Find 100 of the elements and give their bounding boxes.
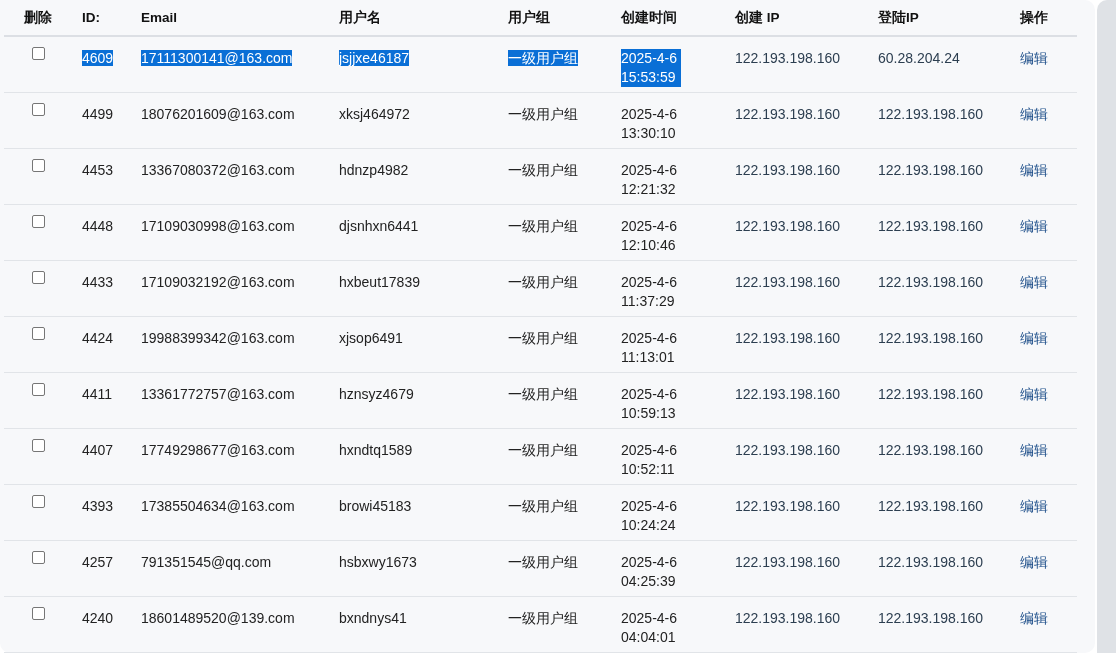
create-ip-cell: 122.193.198.160 xyxy=(735,218,841,234)
login-ip-cell: 122.193.198.160 xyxy=(878,610,984,626)
delete-checkbox[interactable] xyxy=(31,439,45,452)
user-group-cell: 一级用户组 xyxy=(508,498,578,514)
username-cell: bxndnys41 xyxy=(339,610,407,626)
email-cell: 17109032192@163.com xyxy=(141,274,295,290)
delete-checkbox[interactable] xyxy=(31,47,45,60)
email-cell: 17109030998@163.com xyxy=(141,218,295,234)
id-cell: 4499 xyxy=(82,106,114,122)
created-time-cell-text: 2025-4-6 10:52:11 xyxy=(621,441,679,479)
email-cell: 17111300141@163.com xyxy=(141,50,293,66)
delete-checkbox[interactable] xyxy=(31,103,45,116)
created-time-cell-text: 2025-4-6 12:10:46 xyxy=(621,217,679,255)
edit-link[interactable]: 编辑 xyxy=(1020,218,1048,234)
email-cell: 17385504634@163.com xyxy=(141,498,295,514)
create-ip-cell: 122.193.198.160 xyxy=(735,610,841,626)
edit-link[interactable]: 编辑 xyxy=(1020,498,1048,514)
user-group-cell: 一级用户组 xyxy=(508,106,578,122)
id-cell: 4407 xyxy=(82,442,114,458)
username-cell: browi45183 xyxy=(339,498,412,514)
login-ip-cell: 122.193.198.160 xyxy=(878,330,984,346)
user-group-cell: 一级用户组 xyxy=(508,554,578,570)
create-ip-cell: 122.193.198.160 xyxy=(735,330,841,346)
user-group-cell: 一级用户组 xyxy=(508,274,578,290)
create-ip-cell: 122.193.198.160 xyxy=(735,386,841,402)
id-cell: 4448 xyxy=(82,218,114,234)
user-group-cell: 一级用户组 xyxy=(508,218,578,234)
id-cell: 4393 xyxy=(82,498,114,514)
column-header: 用户名 xyxy=(339,10,381,25)
username-cell: xjsop6491 xyxy=(339,330,403,346)
edit-link[interactable]: 编辑 xyxy=(1020,330,1048,346)
username-cell: jsjjxe46187 xyxy=(339,50,410,66)
email-cell: 13361772757@163.com xyxy=(141,386,295,402)
created-time-cell-text: 2025-4-6 11:37:29 xyxy=(621,273,679,311)
column-header: 登陆IP xyxy=(878,10,919,25)
create-ip-cell: 122.193.198.160 xyxy=(735,50,841,66)
created-time-cell: 2025-4-6 15:53:59 xyxy=(621,49,681,87)
id-cell: 4433 xyxy=(82,274,114,290)
create-ip-cell: 122.193.198.160 xyxy=(735,442,841,458)
username-cell: djsnhxn6441 xyxy=(339,218,419,234)
delete-checkbox[interactable] xyxy=(31,215,45,228)
create-ip-cell: 122.193.198.160 xyxy=(735,162,841,178)
column-header: 创建时间 xyxy=(621,10,677,25)
email-cell: 18601489520@139.com xyxy=(141,610,295,626)
column-header: 删除 xyxy=(24,9,52,27)
login-ip-cell: 122.193.198.160 xyxy=(878,106,984,122)
user-group-cell: 一级用户组 xyxy=(508,610,578,626)
edit-link[interactable]: 编辑 xyxy=(1020,386,1048,402)
login-ip-cell: 122.193.198.160 xyxy=(878,218,984,234)
create-ip-cell: 122.193.198.160 xyxy=(735,498,841,514)
login-ip-cell: 122.193.198.160 xyxy=(878,162,984,178)
column-header: 创建 IP xyxy=(735,10,780,25)
created-time-cell-text: 2025-4-6 10:24:24 xyxy=(621,497,679,535)
delete-checkbox[interactable] xyxy=(31,607,45,620)
username-cell: hxbeut17839 xyxy=(339,274,420,290)
login-ip-cell: 122.193.198.160 xyxy=(878,498,984,514)
edit-link[interactable]: 编辑 xyxy=(1020,106,1048,122)
created-time-cell-text: 2025-4-6 13:30:10 xyxy=(621,105,679,143)
id-cell: 4609 xyxy=(82,50,114,66)
login-ip-cell: 122.193.198.160 xyxy=(878,554,984,570)
delete-checkbox[interactable] xyxy=(31,383,45,396)
created-time-cell-text: 2025-4-6 04:04:01 xyxy=(621,609,679,647)
user-group-cell: 一级用户组 xyxy=(508,442,578,458)
edit-link[interactable]: 编辑 xyxy=(1020,442,1048,458)
delete-checkbox[interactable] xyxy=(31,551,45,564)
created-time-cell-text: 2025-4-6 10:59:13 xyxy=(621,385,679,423)
user-group-cell: 一级用户组 xyxy=(508,162,578,178)
user-group-cell: 一级用户组 xyxy=(508,386,578,402)
delete-checkbox[interactable] xyxy=(31,159,45,172)
login-ip-cell: 122.193.198.160 xyxy=(878,386,984,402)
login-ip-cell: 122.193.198.160 xyxy=(878,442,984,458)
id-cell: 4424 xyxy=(82,330,114,346)
edit-link[interactable]: 编辑 xyxy=(1020,610,1048,626)
edit-link[interactable]: 编辑 xyxy=(1020,554,1048,570)
email-cell: 791351545@qq.com xyxy=(141,554,272,570)
id-cell: 4257 xyxy=(82,554,114,570)
created-time-cell-text: 2025-4-6 04:25:39 xyxy=(621,553,679,591)
edit-link[interactable]: 编辑 xyxy=(1020,162,1048,178)
id-cell: 4453 xyxy=(82,162,114,178)
user-group-cell: 一级用户组 xyxy=(508,330,578,346)
edit-link[interactable]: 编辑 xyxy=(1020,274,1048,290)
create-ip-cell: 122.193.198.160 xyxy=(735,554,841,570)
username-cell: hdnzp4982 xyxy=(339,162,409,178)
id-cell: 4240 xyxy=(82,610,114,626)
username-cell: hsbxwy1673 xyxy=(339,554,417,570)
created-time-cell-text: 2025-4-6 11:13:01 xyxy=(621,329,679,367)
login-ip-cell: 122.193.198.160 xyxy=(878,274,984,290)
delete-checkbox[interactable] xyxy=(31,271,45,284)
username-cell: hxndtq1589 xyxy=(339,442,413,458)
create-ip-cell: 122.193.198.160 xyxy=(735,106,841,122)
delete-checkbox[interactable] xyxy=(31,495,45,508)
user-group-cell: 一级用户组 xyxy=(508,50,578,66)
login-ip-cell: 60.28.204.24 xyxy=(878,50,960,66)
column-header: Email xyxy=(141,10,178,25)
email-cell: 17749298677@163.com xyxy=(141,442,295,458)
create-ip-cell: 122.193.198.160 xyxy=(735,274,841,290)
delete-checkbox[interactable] xyxy=(31,327,45,340)
edit-link[interactable]: 编辑 xyxy=(1020,50,1048,66)
email-cell: 19988399342@163.com xyxy=(141,330,295,346)
email-cell: 18076201609@163.com xyxy=(141,106,295,122)
